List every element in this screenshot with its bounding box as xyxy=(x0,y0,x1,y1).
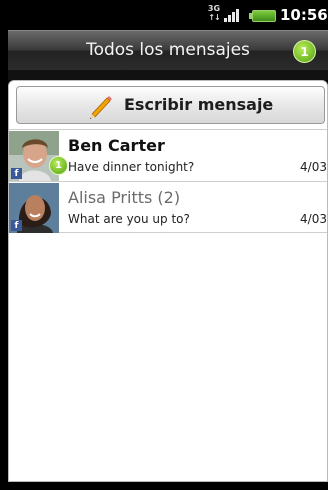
status-bar: 3G ↑↓ 10:56 xyxy=(0,0,328,30)
conversation-list: f 1 Ben Carter Have dinner tonight? 4/03… xyxy=(9,129,327,233)
header-separator xyxy=(8,70,328,80)
bottom-edge xyxy=(8,482,328,490)
status-time: 10:56 xyxy=(280,6,328,24)
message-date: 4/03 xyxy=(300,212,327,226)
battery-icon xyxy=(249,10,276,22)
network-3g-icon: 3G ↑↓ xyxy=(207,4,221,23)
facebook-icon: f xyxy=(11,220,22,231)
compose-label: Escribir mensaje xyxy=(124,95,274,114)
pencil-icon xyxy=(90,96,112,119)
signal-strength-icon xyxy=(224,8,240,22)
message-date: 4/03 xyxy=(300,160,327,174)
compose-message-button[interactable]: Escribir mensaje xyxy=(16,86,325,124)
unread-badge: 1 xyxy=(49,156,68,175)
facebook-icon: f xyxy=(11,168,22,179)
unread-count-badge: 1 xyxy=(293,40,316,63)
conversation-row[interactable]: f Alisa Pritts (2) What are you up to? 4… xyxy=(9,181,327,233)
contact-name: Alisa Pritts (2) xyxy=(68,188,181,207)
page-title: Todos los mensajes xyxy=(86,40,250,60)
messages-panel: Escribir mensaje f 1 Ben Carter Have din… xyxy=(8,80,328,482)
contact-name: Ben Carter xyxy=(68,136,165,155)
message-preview: What are you up to? xyxy=(68,212,190,226)
avatar: f xyxy=(9,131,59,181)
message-preview: Have dinner tonight? xyxy=(68,160,195,174)
conversation-row[interactable]: f 1 Ben Carter Have dinner tonight? 4/03 xyxy=(9,129,327,181)
title-bar: Todos los mensajes 1 xyxy=(8,30,328,70)
avatar: f xyxy=(9,183,59,233)
network-label: 3G xyxy=(207,4,221,13)
